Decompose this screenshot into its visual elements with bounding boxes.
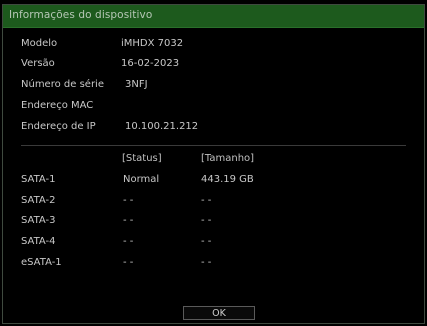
disk-status: - - xyxy=(123,257,134,268)
version-value: 16-02-2023 xyxy=(121,58,180,69)
disk-status: - - xyxy=(123,195,134,206)
mac-address-label: Endereço MAC xyxy=(21,100,94,111)
model-value: iMHDX 7032 xyxy=(121,38,184,49)
disk-name: eSATA-1 xyxy=(21,257,62,268)
disk-size: - - xyxy=(201,257,212,268)
disk-status: - - xyxy=(123,236,134,247)
serial-number-label: Número de série xyxy=(21,79,104,90)
disk-name: SATA-1 xyxy=(21,174,56,185)
section-divider xyxy=(21,145,406,146)
ip-address-label: Endereço de IP xyxy=(21,121,96,132)
ok-button[interactable]: OK xyxy=(183,306,255,320)
size-column-header: [Tamanho] xyxy=(201,153,255,164)
disk-size: - - xyxy=(201,195,212,206)
status-column-header: [Status] xyxy=(122,153,162,164)
disk-size: - - xyxy=(201,215,212,226)
ip-address-value: 10.100.21.212 xyxy=(125,121,199,132)
model-label: Modelo xyxy=(21,38,58,49)
dialog-title: Informações do dispositivo xyxy=(9,9,153,21)
disk-size: - - xyxy=(201,236,212,247)
serial-number-value: 3NFJ xyxy=(125,79,148,90)
disk-name: SATA-3 xyxy=(21,215,56,226)
title-bar: Informações do dispositivo xyxy=(3,5,424,28)
device-info-dialog: Informações do dispositivo Modelo iMHDX … xyxy=(2,4,425,324)
disk-status: Normal xyxy=(123,174,160,185)
disk-status: - - xyxy=(123,215,134,226)
version-label: Versão xyxy=(21,58,55,69)
disk-name: SATA-4 xyxy=(21,236,56,247)
disk-size: 443.19 GB xyxy=(201,174,254,185)
disk-name: SATA-2 xyxy=(21,195,56,206)
